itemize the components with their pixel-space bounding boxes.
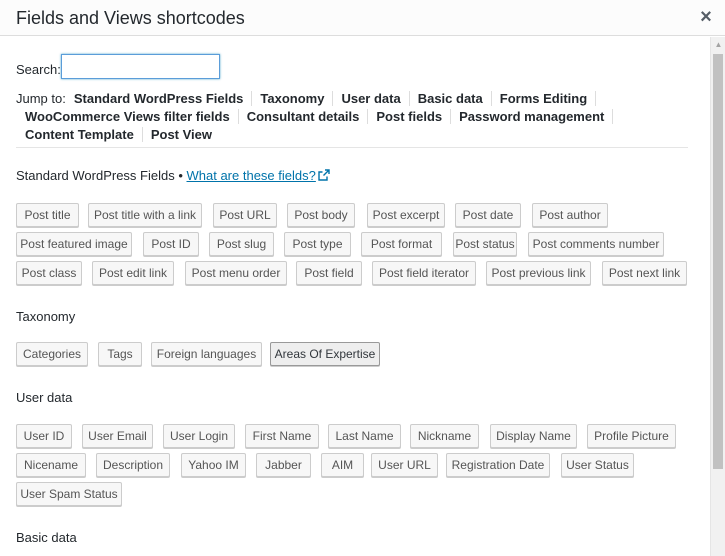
field-button-user-login[interactable]: User Login bbox=[163, 424, 235, 448]
jump-link-taxonomy[interactable]: Taxonomy bbox=[252, 91, 334, 106]
help-link[interactable]: What are these fields? bbox=[187, 168, 316, 183]
jump-to-nav: Jump to: Standard WordPress Fields Taxonom… bbox=[16, 90, 696, 144]
field-button-post-class[interactable]: Post class bbox=[16, 261, 82, 285]
field-button-user-email[interactable]: User Email bbox=[82, 424, 153, 448]
field-button-post-author[interactable]: Post author bbox=[532, 203, 608, 227]
jump-link-password-management[interactable]: Password management bbox=[451, 109, 614, 124]
field-button-post-status[interactable]: Post status bbox=[453, 232, 517, 256]
field-button-post-comments-number[interactable]: Post comments number bbox=[528, 232, 664, 256]
field-button-description[interactable]: Description bbox=[96, 453, 170, 477]
jump-link-content-template[interactable]: Content Template bbox=[16, 127, 143, 142]
title-separator: • bbox=[174, 168, 187, 183]
field-button-aim[interactable]: AIM bbox=[321, 453, 364, 477]
field-button-categories[interactable]: Categories bbox=[16, 342, 88, 366]
dialog-title: Fields and Views shortcodes bbox=[16, 8, 245, 28]
field-button-nickname[interactable]: Nickname bbox=[410, 424, 479, 448]
jump-link-standard-wordpress-fields[interactable]: Standard WordPress Fields bbox=[71, 91, 253, 106]
field-button-post-title-link[interactable]: Post title with a link bbox=[88, 203, 202, 227]
divider bbox=[16, 147, 688, 148]
field-button-registration-date[interactable]: Registration Date bbox=[446, 453, 550, 477]
field-button-tags[interactable]: Tags bbox=[98, 342, 142, 366]
field-button-user-spam-status[interactable]: User Spam Status bbox=[16, 482, 122, 506]
field-button-post-url[interactable]: Post URL bbox=[213, 203, 277, 227]
field-button-post-field[interactable]: Post field bbox=[296, 261, 362, 285]
field-button-post-slug[interactable]: Post slug bbox=[209, 232, 274, 256]
field-button-post-previous-link[interactable]: Post previous link bbox=[486, 261, 591, 285]
section-title-standard-text: Standard WordPress Fields bbox=[16, 168, 175, 183]
field-button-nicename[interactable]: Nicename bbox=[16, 453, 86, 477]
field-button-post-body[interactable]: Post body bbox=[287, 203, 355, 227]
jump-link-user-data[interactable]: User data bbox=[333, 91, 410, 106]
section-title-standard: Standard WordPress Fields • What are the… bbox=[16, 168, 330, 184]
field-button-jabber[interactable]: Jabber bbox=[256, 453, 311, 477]
field-button-user-status[interactable]: User Status bbox=[561, 453, 634, 477]
field-button-post-edit-link[interactable]: Post edit link bbox=[92, 261, 174, 285]
field-button-user-url[interactable]: User URL bbox=[371, 453, 438, 477]
dialog-content: Search: Jump to: Standard WordPress Field… bbox=[0, 37, 710, 556]
field-button-post-id[interactable]: Post ID bbox=[143, 232, 199, 256]
jump-link-post-view[interactable]: Post View bbox=[143, 127, 220, 142]
field-button-post-title[interactable]: Post title bbox=[16, 203, 79, 227]
field-button-first-name[interactable]: First Name bbox=[245, 424, 319, 448]
field-button-user-id[interactable]: User ID bbox=[16, 424, 72, 448]
search-label: Search: bbox=[16, 62, 61, 77]
field-button-post-next-link[interactable]: Post next link bbox=[602, 261, 687, 285]
section-title-taxonomy: Taxonomy bbox=[16, 309, 76, 324]
jump-link-woocommerce-views-filter-fields[interactable]: WooCommerce Views filter fields bbox=[16, 109, 239, 124]
dialog-titlebar: Fields and Views shortcodes × bbox=[0, 0, 725, 36]
field-button-post-format[interactable]: Post format bbox=[361, 232, 442, 256]
close-icon[interactable]: × bbox=[695, 6, 717, 28]
scrollbar-thumb[interactable] bbox=[713, 54, 723, 469]
field-button-post-date[interactable]: Post date bbox=[455, 203, 521, 227]
field-button-post-excerpt[interactable]: Post excerpt bbox=[367, 203, 445, 227]
jump-label: Jump to: bbox=[16, 91, 66, 106]
field-button-yahoo-im[interactable]: Yahoo IM bbox=[181, 453, 246, 477]
field-button-profile-picture[interactable]: Profile Picture bbox=[587, 424, 676, 448]
field-button-post-field-iterator[interactable]: Post field iterator bbox=[372, 261, 476, 285]
jump-link-post-fields[interactable]: Post fields bbox=[368, 109, 452, 124]
external-link-icon[interactable] bbox=[318, 169, 330, 184]
jump-link-consultant-details[interactable]: Consultant details bbox=[238, 109, 369, 124]
scroll-up-arrow-icon[interactable]: ▲ bbox=[711, 37, 725, 52]
field-button-areas-of-expertise[interactable]: Areas Of Expertise bbox=[270, 342, 380, 366]
field-button-foreign-languages[interactable]: Foreign languages bbox=[151, 342, 262, 366]
section-title-basic-data: Basic data bbox=[16, 530, 77, 545]
field-button-post-featured-image[interactable]: Post featured image bbox=[16, 232, 132, 256]
field-button-post-type[interactable]: Post type bbox=[284, 232, 351, 256]
jump-link-forms-editing[interactable]: Forms Editing bbox=[491, 91, 597, 106]
section-title-user-data: User data bbox=[16, 390, 73, 405]
search-input[interactable] bbox=[61, 54, 220, 79]
field-button-post-menu-order[interactable]: Post menu order bbox=[185, 261, 287, 285]
scrollbar[interactable]: ▲ bbox=[710, 37, 725, 556]
field-button-last-name[interactable]: Last Name bbox=[328, 424, 401, 448]
jump-link-basic-data[interactable]: Basic data bbox=[409, 91, 492, 106]
field-button-display-name[interactable]: Display Name bbox=[490, 424, 577, 448]
